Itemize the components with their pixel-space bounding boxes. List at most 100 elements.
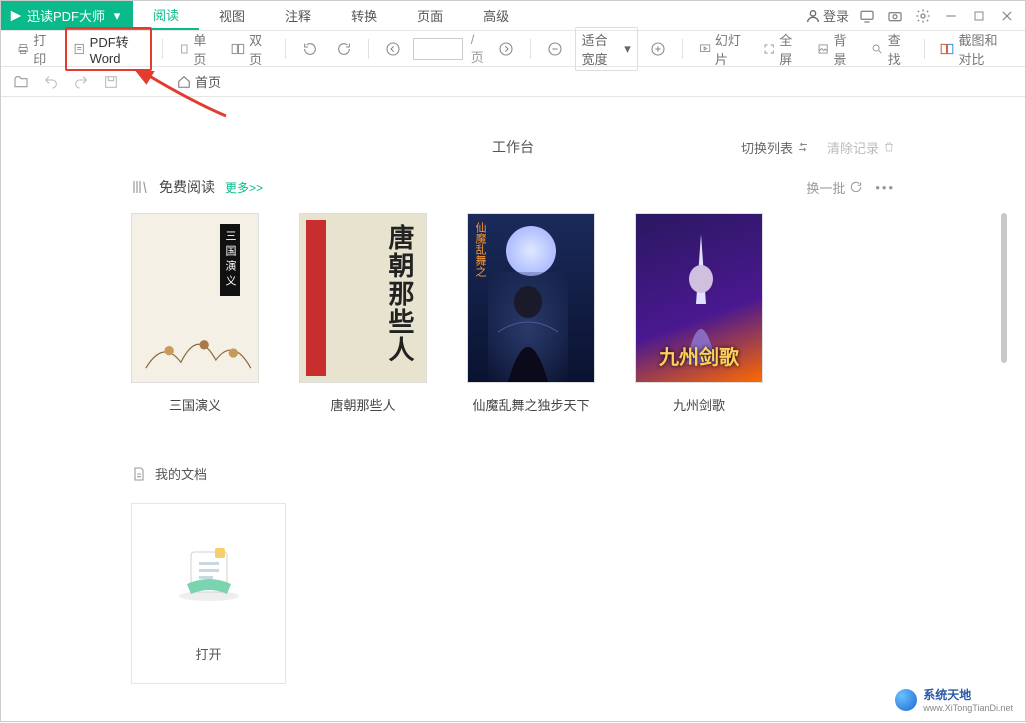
book-title: 九州剑歌 xyxy=(635,395,763,414)
zoom-select[interactable]: 适合宽度 ▾ xyxy=(575,27,638,71)
page-number-input[interactable] xyxy=(413,38,463,60)
mydoc-title: 我的文档 xyxy=(155,464,207,483)
menu-convert[interactable]: 转换 xyxy=(331,1,397,30)
main-area: 工作台 切换列表 清除记录 免费阅读 更多>> 换一批 ••• xyxy=(1,97,1025,723)
book-title: 仙魔乱舞之独步天下 xyxy=(467,395,595,414)
book-title: 三国演义 xyxy=(131,395,259,414)
home-tab[interactable]: 首页 xyxy=(167,68,231,95)
plus-circle-icon xyxy=(650,41,666,57)
workspace-header: 工作台 切换列表 清除记录 xyxy=(1,97,1025,177)
chevron-down-icon: ▾ xyxy=(624,41,631,57)
clear-history-button[interactable]: 清除记录 xyxy=(827,138,895,157)
book-cover: 唐朝那些人 xyxy=(299,213,427,383)
settings-icon[interactable] xyxy=(913,6,933,26)
background-button[interactable]: 背景 xyxy=(811,27,859,71)
user-icon xyxy=(805,8,821,24)
pdf-to-word-button[interactable]: PDF转Word xyxy=(65,27,152,71)
folder-open-icon xyxy=(13,74,29,90)
scrollbar-thumb[interactable] xyxy=(1001,213,1007,363)
zoom-out-button[interactable] xyxy=(541,38,569,60)
document-icon xyxy=(131,466,147,482)
book-item[interactable]: 唐朝那些人 唐朝那些人 xyxy=(299,213,427,414)
slideshow-button[interactable]: 幻灯片 xyxy=(693,27,751,71)
fullscreen-icon xyxy=(763,41,775,57)
compare-button[interactable]: 截图和对比 xyxy=(934,27,1014,71)
open-document-card[interactable]: 打开 xyxy=(131,503,286,684)
open-label: 打开 xyxy=(132,644,285,663)
rotate-left-icon xyxy=(302,41,318,57)
book-cover: 九州剑歌 xyxy=(635,213,763,383)
chevron-left-icon xyxy=(385,41,401,57)
cover-art xyxy=(488,272,568,382)
word-icon xyxy=(73,41,85,57)
minus-circle-icon xyxy=(547,41,563,57)
free-read-section: 免费阅读 更多>> 换一批 ••• 三国演义 三国演义 xyxy=(1,177,1025,434)
rotate-right-icon xyxy=(336,41,352,57)
background-icon xyxy=(817,41,829,57)
mydoc-section: 我的文档 打开 xyxy=(1,434,1025,684)
more-link[interactable]: 更多>> xyxy=(225,179,263,196)
trash-icon xyxy=(883,141,895,153)
book-cover: 三国演义 xyxy=(131,213,259,383)
cover-art xyxy=(140,304,257,374)
switch-icon xyxy=(797,141,809,153)
quickbar: 首页 xyxy=(1,67,1025,97)
save-icon xyxy=(103,74,119,90)
next-page-button[interactable] xyxy=(492,38,520,60)
book-item[interactable]: 三国演义 三国演义 xyxy=(131,213,259,414)
close-button[interactable] xyxy=(997,6,1017,26)
toolbar: 打印 PDF转Word 单页 双页 /页 适合宽度 ▾ 幻灯片 全屏 背景 查找 xyxy=(1,31,1025,67)
watermark-sub: www.XiTongTianDi.net xyxy=(923,703,1013,713)
switch-list-button[interactable]: 切换列表 xyxy=(741,138,809,157)
book-cover: 仙魔乱舞之 xyxy=(467,213,595,383)
refresh-books-button[interactable]: 换一批 xyxy=(806,178,863,197)
more-options-button[interactable]: ••• xyxy=(875,180,895,195)
menu-page[interactable]: 页面 xyxy=(397,1,463,30)
compare-icon xyxy=(940,41,954,57)
camera-icon[interactable] xyxy=(885,6,905,26)
book-item[interactable]: 仙魔乱舞之 仙魔乱舞之独步天下 xyxy=(467,213,595,414)
workspace-title: 工作台 xyxy=(492,137,534,157)
book-item[interactable]: 九州剑歌 九州剑歌 xyxy=(635,213,763,414)
separator xyxy=(682,39,683,59)
print-button[interactable]: 打印 xyxy=(11,27,59,71)
dual-page-icon xyxy=(231,41,245,57)
print-icon xyxy=(17,41,29,57)
feedback-icon[interactable] xyxy=(857,6,877,26)
separator xyxy=(924,39,925,59)
maximize-button[interactable] xyxy=(969,6,989,26)
page-total-label: /页 xyxy=(469,32,486,66)
globe-icon xyxy=(895,689,917,711)
rotate-left-button[interactable] xyxy=(296,38,324,60)
fullscreen-button[interactable]: 全屏 xyxy=(757,27,805,71)
free-read-title: 免费阅读 xyxy=(159,177,215,197)
save-button[interactable] xyxy=(103,74,119,90)
dual-page-button[interactable]: 双页 xyxy=(225,27,275,71)
prev-page-button[interactable] xyxy=(379,38,407,60)
minimize-button[interactable] xyxy=(941,6,961,26)
redo-button[interactable] xyxy=(73,74,89,90)
home-icon xyxy=(177,75,191,89)
find-button[interactable]: 查找 xyxy=(865,27,913,71)
menu-advanced[interactable]: 高级 xyxy=(463,1,529,30)
app-logo-icon xyxy=(9,9,23,23)
open-illustration xyxy=(132,524,285,614)
separator xyxy=(285,39,286,59)
separator xyxy=(368,39,369,59)
single-page-button[interactable]: 单页 xyxy=(173,27,220,71)
chevron-right-icon xyxy=(498,41,514,57)
search-icon xyxy=(871,41,883,57)
login-button[interactable]: 登录 xyxy=(805,6,849,25)
open-file-button[interactable] xyxy=(13,74,29,90)
separator xyxy=(162,39,163,59)
app-title-text: 迅读PDF大师 xyxy=(27,6,105,25)
book-list: 三国演义 三国演义 唐朝那些人 唐朝那些人 仙魔乱舞之 仙魔乱舞之独步天下 xyxy=(131,213,895,414)
zoom-in-button[interactable] xyxy=(644,38,672,60)
refresh-icon xyxy=(849,180,863,194)
app-menu-dropdown[interactable]: ▾ xyxy=(109,8,125,24)
watermark: 系统天地 www.XiTongTianDi.net xyxy=(895,686,1013,713)
undo-button[interactable] xyxy=(43,74,59,90)
undo-icon xyxy=(43,74,59,90)
book-title: 唐朝那些人 xyxy=(299,395,427,414)
rotate-right-button[interactable] xyxy=(330,38,358,60)
